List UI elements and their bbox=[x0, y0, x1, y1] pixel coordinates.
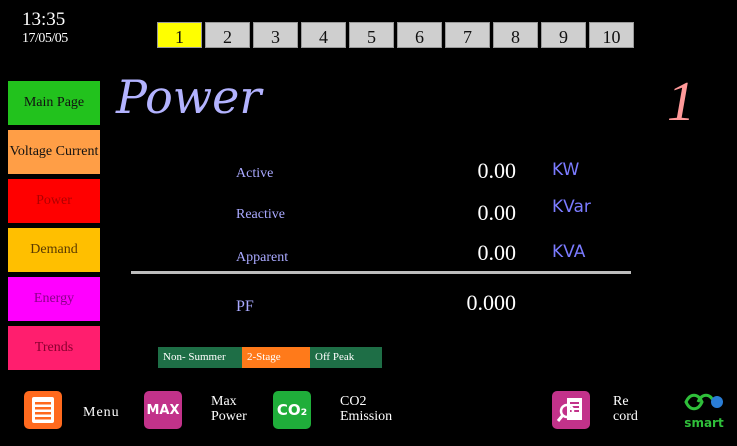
tab-4[interactable]: 4 bbox=[301, 22, 346, 48]
sidebar-item-label: Trends bbox=[34, 340, 74, 355]
tab-1[interactable]: 1 bbox=[157, 22, 202, 48]
sidebar-item-label: Power bbox=[36, 193, 72, 208]
sidebar-item-label: Main Page bbox=[23, 95, 85, 110]
max-power-button[interactable]: MAX bbox=[144, 391, 182, 429]
max-badge-icon: MAX bbox=[146, 402, 180, 418]
sidebar-item-trends[interactable]: Trends bbox=[8, 326, 100, 370]
eco-logo-icon bbox=[684, 393, 723, 411]
tab-2[interactable]: 2 bbox=[205, 22, 250, 48]
bottom-bar: Menu MAX Max Power CO₂ CO2 Emission Re c… bbox=[0, 388, 737, 446]
stage-badge: 2-Stage bbox=[242, 347, 310, 368]
max-power-label[interactable]: Max Power bbox=[211, 394, 247, 424]
peak-badge: Off Peak bbox=[310, 347, 382, 368]
pf-label: PF bbox=[236, 298, 254, 315]
reactive-label: Reactive bbox=[236, 207, 285, 222]
tab-7[interactable]: 7 bbox=[445, 22, 490, 48]
page-tabs: 1 2 3 4 5 6 7 8 9 10 bbox=[157, 22, 634, 48]
record-button[interactable] bbox=[552, 391, 590, 429]
sidebar-item-main-page[interactable]: Main Page bbox=[8, 81, 100, 125]
record-search-icon bbox=[556, 398, 582, 422]
eco-smart-logo: smart bbox=[676, 391, 732, 435]
apparent-label: Apparent bbox=[236, 250, 289, 265]
menu-list-icon bbox=[32, 397, 54, 423]
tab-8[interactable]: 8 bbox=[493, 22, 538, 48]
menu-button[interactable] bbox=[24, 391, 62, 429]
co2-label[interactable]: CO2 Emission bbox=[340, 394, 392, 424]
pf-value: 0.000 bbox=[466, 290, 517, 315]
apparent-value: 0.00 bbox=[477, 240, 517, 265]
sidebar-item-demand[interactable]: Demand bbox=[8, 228, 100, 272]
clock-time: 13:35 bbox=[22, 9, 66, 30]
co2-badge-icon: CO₂ bbox=[276, 401, 308, 419]
sidebar-item-voltage-current[interactable]: Voltage Current bbox=[8, 130, 100, 174]
tab-5[interactable]: 5 bbox=[349, 22, 394, 48]
tariff-status: Non- Summer 2-Stage Off Peak bbox=[158, 347, 382, 368]
reactive-unit: KVar bbox=[552, 197, 591, 217]
sidebar-item-label: Demand bbox=[30, 242, 78, 257]
page-number: 1 bbox=[667, 71, 695, 133]
hmi-screen: { "clock": { "time": "13:35", "date": "1… bbox=[0, 0, 737, 446]
active-label: Active bbox=[236, 166, 274, 181]
tab-10[interactable]: 10 bbox=[589, 22, 634, 48]
reactive-value: 0.00 bbox=[477, 200, 517, 225]
menu-label[interactable]: Menu bbox=[83, 405, 120, 421]
apparent-unit: KVA bbox=[552, 242, 586, 262]
sidebar: Main Page Voltage Current Power Demand E… bbox=[8, 81, 100, 375]
active-value: 0.00 bbox=[477, 158, 517, 183]
tab-3[interactable]: 3 bbox=[253, 22, 298, 48]
season-badge: Non- Summer bbox=[158, 347, 242, 368]
sidebar-item-energy[interactable]: Energy bbox=[8, 277, 100, 321]
clock-date: 17/05/05 bbox=[22, 30, 68, 46]
active-unit: KW bbox=[552, 160, 580, 180]
divider bbox=[131, 271, 631, 274]
sidebar-item-power[interactable]: Power bbox=[8, 179, 100, 223]
record-label[interactable]: Re cord bbox=[613, 394, 638, 424]
tab-9[interactable]: 9 bbox=[541, 22, 586, 48]
sidebar-item-label: Energy bbox=[33, 291, 75, 306]
clock: 13:35 17/05/05 bbox=[22, 9, 102, 46]
logo-text: smart bbox=[684, 416, 724, 430]
tab-6[interactable]: 6 bbox=[397, 22, 442, 48]
page-title: Power bbox=[116, 70, 262, 124]
co2-button[interactable]: CO₂ bbox=[273, 391, 311, 429]
sidebar-item-label: Voltage Current bbox=[9, 144, 99, 159]
